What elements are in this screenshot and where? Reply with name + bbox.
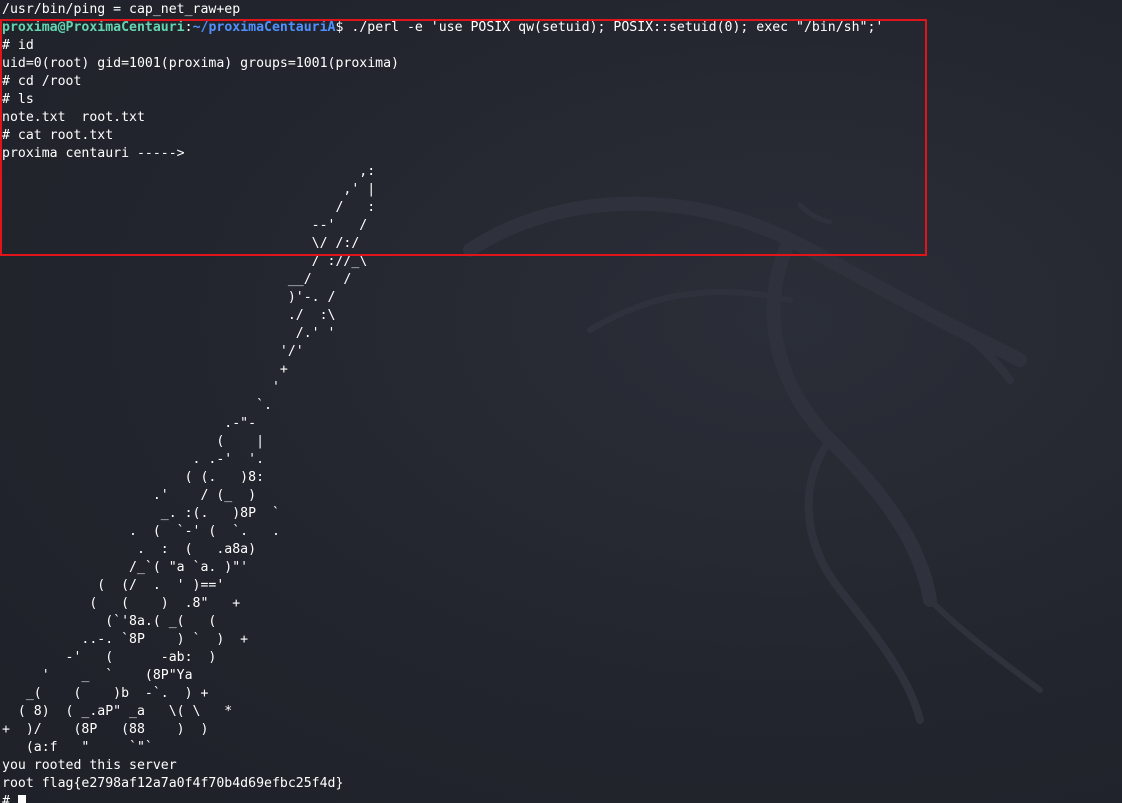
ascii-art-line: --' / <box>2 218 368 233</box>
ascii-art-line: ( | <box>2 434 265 449</box>
prompt-path: ~/proximaCentauriA <box>192 20 336 35</box>
ascii-art-line: (a:f " `"` <box>2 740 153 755</box>
ascii-art-line: __/ / <box>2 272 352 287</box>
prompt-separator: : <box>184 20 193 35</box>
terminal-line: proxima centauri -----> <box>2 146 185 161</box>
ascii-art-line: + )/ (8P (88 ) ) <box>2 722 209 737</box>
ascii-art-line: . ( `-' ( `. . <box>2 524 280 539</box>
ascii-art-line: _( ( )b -`. ) + <box>2 686 209 701</box>
terminal-line: uid=0(root) gid=1001(proxima) groups=100… <box>2 56 399 71</box>
terminal-line: # cd /root <box>2 74 82 89</box>
ascii-art-line: /.' ' <box>2 326 336 341</box>
terminal-line: you rooted this server <box>2 758 177 773</box>
ascii-art-line: ..-. `8P ) ` ) + <box>2 632 249 647</box>
ascii-art-line: ' _ ` (8P"Ya <box>2 668 193 683</box>
ascii-art-line: ( 8) ( _.aP" _a \( \ * <box>2 704 233 719</box>
shell-input-line[interactable]: # <box>2 793 1120 803</box>
ascii-art-line: ./ :\ <box>2 308 336 323</box>
ascii-art-line: ( ( ) .8" + <box>2 596 241 611</box>
terminal-cursor <box>17 795 26 803</box>
ascii-art-line: )'-. / <box>2 290 336 305</box>
root-prompt-symbol: # <box>2 794 10 803</box>
ascii-art-line: ( (/ . ' )==' <box>2 578 225 593</box>
terminal-line: # cat root.txt <box>2 128 114 143</box>
ascii-art-line: `. <box>2 398 272 413</box>
ascii-art-line: -' ( -ab: ) <box>2 650 217 665</box>
ascii-art-line: .-"- <box>2 416 257 431</box>
ascii-art-line: ,: <box>2 164 376 179</box>
ascii-art-line: ( (. )8: <box>2 470 265 485</box>
root-flag-line: root flag{e2798af12a7a0f4f70b4d69efbc25f… <box>2 776 344 791</box>
ascii-art-line: . : ( .a8a) <box>2 542 257 557</box>
ascii-art-line: _. :(. )8P ` <box>2 506 280 521</box>
ascii-art-line: ' <box>2 380 280 395</box>
ascii-art-line: .' / (_ ) <box>2 488 257 503</box>
ascii-art-line: . .-' '. <box>2 452 265 467</box>
terminal-line: /usr/bin/ping = cap_net_raw+ep <box>2 2 241 17</box>
ascii-art-line: ,' | <box>2 182 376 197</box>
ascii-art-line: / ://_\ <box>2 254 368 269</box>
ascii-art-line: (`'8a.( _( ( <box>2 614 217 629</box>
shell-prompt-line: proxima@ProximaCentauri:~/proximaCentaur… <box>2 19 1120 37</box>
ascii-art-line: /_`( "a `a. )"' <box>2 560 249 575</box>
ascii-art-line: / : <box>2 200 376 215</box>
ascii-art-line: + <box>2 362 288 377</box>
ascii-art-line: \/ /:/ <box>2 236 360 251</box>
terminal-line: # ls <box>2 92 34 107</box>
terminal-line: # id <box>2 38 34 53</box>
terminal-line: note.txt root.txt <box>2 110 145 125</box>
prompt-command: ./perl -e 'use POSIX qw(setuid); POSIX::… <box>343 20 884 35</box>
terminal-window[interactable]: /usr/bin/ping = cap_net_raw+ep proxima@P… <box>2 1 1120 803</box>
prompt-user-host: proxima@ProximaCentauri <box>2 20 185 35</box>
ascii-art-line: '/' <box>2 344 304 359</box>
